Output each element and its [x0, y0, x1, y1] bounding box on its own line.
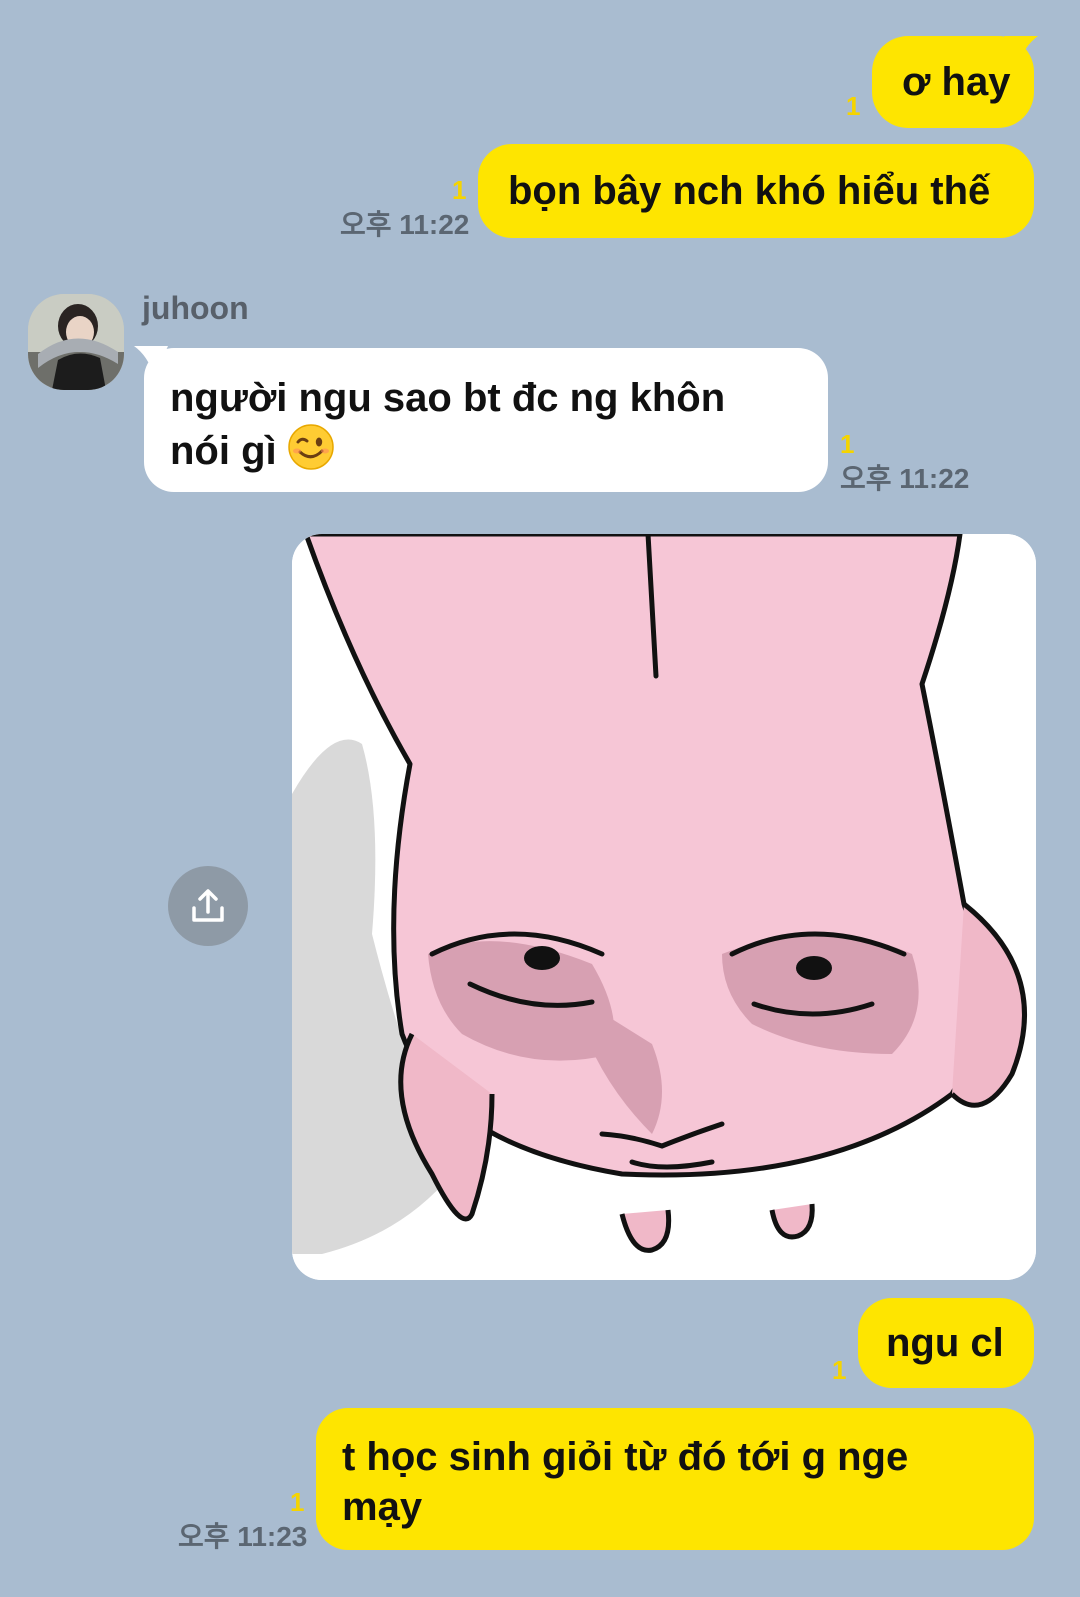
unread-count: 1: [290, 1487, 305, 1517]
unread-count: 1: [832, 1355, 847, 1385]
message-time: 오후 11:22: [840, 463, 970, 494]
unread-count: 1: [846, 91, 861, 121]
message-time: 오후 11:22: [340, 209, 470, 240]
message-text: bọn bây nch khó hiểu thế: [508, 169, 991, 213]
message-text-line: t học sinh giỏi từ đó tới g nge: [342, 1435, 909, 1479]
bubble-tail: [1004, 36, 1038, 66]
message-time: 오후 11:23: [178, 1521, 308, 1552]
avatar-photo: [28, 294, 124, 390]
sender-name: juhoon: [142, 290, 249, 326]
message-text-line: nói gì: [170, 429, 277, 473]
message-bubble[interactable]: t học sinh giỏi từ đó tới g nge mạy: [316, 1408, 1034, 1550]
message-bubble[interactable]: bọn bây nch khó hiểu thế: [478, 144, 1034, 238]
avatar[interactable]: [28, 294, 124, 390]
share-button[interactable]: [168, 866, 248, 946]
message-text-line: nói gì: [170, 424, 802, 477]
message-text: ngu cl: [886, 1321, 1004, 1365]
pink-rabbit-sticker: [292, 534, 1036, 1280]
message-text: ơ hay: [902, 60, 1011, 104]
message-text-line: người ngu sao bt đc ng khôn: [170, 376, 726, 420]
share-icon: [192, 889, 224, 922]
sticker-image[interactable]: [292, 534, 1036, 1280]
message-text-line: mạy: [342, 1485, 423, 1529]
message-bubble[interactable]: người ngu sao bt đc ng khôn nói gì: [144, 348, 828, 492]
winking-face-emoji-icon: [288, 424, 334, 470]
unread-count: 1: [840, 429, 855, 459]
unread-count: 1: [452, 175, 467, 205]
message-bubble[interactable]: ngu cl: [858, 1298, 1034, 1388]
